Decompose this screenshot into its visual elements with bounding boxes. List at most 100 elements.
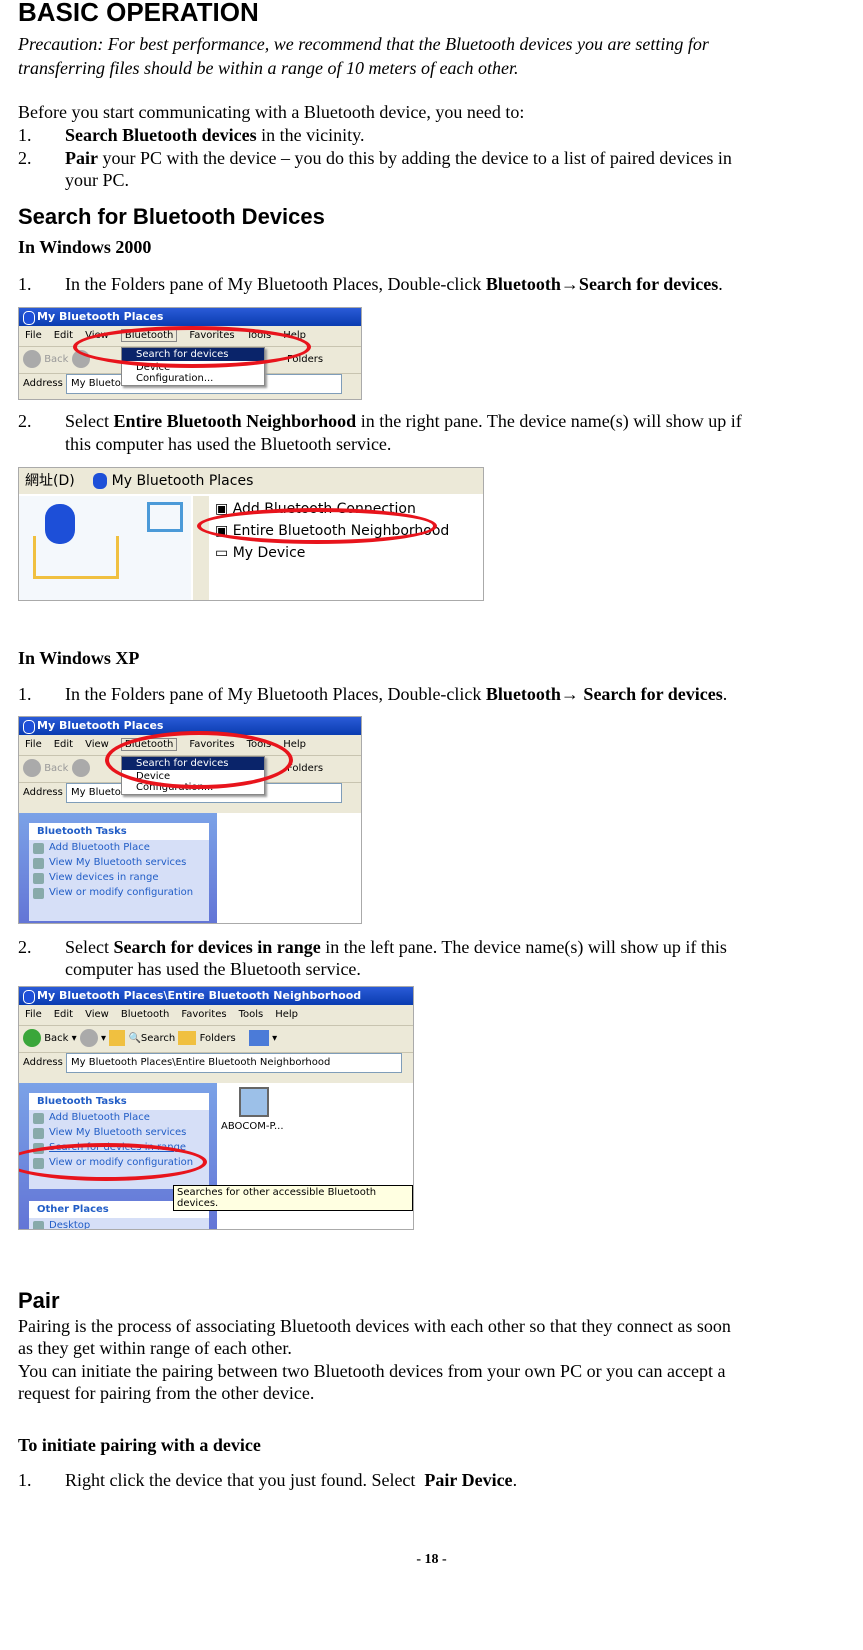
- task-view-configuration[interactable]: View or modify configuration: [29, 885, 209, 900]
- toolbar: Back ▾ ▾ 🔍Search Folders ▾: [19, 1026, 413, 1053]
- bluetooth-icon: [23, 990, 35, 1004]
- menu-edit[interactable]: Edit: [54, 1009, 73, 1020]
- back-icon[interactable]: [23, 350, 41, 368]
- step-number: 1.: [18, 684, 32, 704]
- menu-bluetooth[interactable]: Bluetooth: [121, 1009, 170, 1020]
- page-title: BASIC OPERATION: [18, 0, 259, 27]
- paragraph-line: Pairing is the process of associating Bl…: [18, 1316, 731, 1336]
- menu-bar: File Edit View Bluetooth Favorites Tools Help: [19, 1005, 413, 1026]
- bold-text: Search for devices in range: [113, 937, 321, 957]
- list-item[interactable]: ▭ My Device: [215, 542, 449, 564]
- item-number: 1.: [18, 125, 32, 145]
- highlight-ellipse: [73, 326, 311, 368]
- bluetooth-icon: [23, 311, 35, 325]
- menu-edit[interactable]: Edit: [54, 739, 73, 750]
- menu-file[interactable]: File: [25, 330, 42, 341]
- punct: .: [722, 684, 728, 704]
- forward-icon[interactable]: [79, 1029, 98, 1047]
- address-bar: Address My Bluetooth Places\Entire Bluet…: [19, 1053, 413, 1073]
- task-view-services[interactable]: View My Bluetooth services: [29, 855, 209, 870]
- section-heading: Search for Bluetooth Devices: [18, 204, 325, 229]
- tasks-title[interactable]: Bluetooth Tasks: [29, 823, 209, 840]
- window-title: My Bluetooth Places\Entire Bluetooth Nei…: [37, 989, 362, 1002]
- menu-help[interactable]: Help: [283, 739, 306, 750]
- step-text: Select: [65, 411, 114, 431]
- section-heading: Pair: [18, 1288, 60, 1313]
- views-icon[interactable]: [248, 1030, 269, 1046]
- back-button[interactable]: Back: [44, 763, 68, 774]
- step-text: Right click the device that you just fou…: [65, 1470, 425, 1490]
- step-number: 1.: [18, 1470, 32, 1490]
- step-number: 2.: [18, 937, 32, 957]
- device-label[interactable]: ABOCOM-P...: [221, 1121, 284, 1132]
- menu-favorites[interactable]: Favorites: [181, 1009, 226, 1020]
- item-number: 2.: [18, 148, 32, 168]
- bold-text: Bluetooth→ Search for devices: [485, 684, 723, 704]
- menu-file[interactable]: File: [25, 1009, 42, 1020]
- menu-tools[interactable]: Tools: [239, 1009, 264, 1020]
- menu-view[interactable]: View: [85, 739, 109, 750]
- document-page: BASIC OPERATION Precaution: For best per…: [0, 0, 863, 1650]
- step-text-continued: this computer has used the Bluetooth ser…: [65, 434, 392, 454]
- menu-file[interactable]: File: [25, 739, 42, 750]
- bold-text: Pair: [65, 148, 98, 168]
- subheading: To initiate pairing with a device: [18, 1435, 261, 1455]
- menu-view[interactable]: View: [85, 1009, 109, 1020]
- menu-help[interactable]: Help: [275, 1009, 298, 1020]
- content-pane: [217, 813, 361, 923]
- menu-edit[interactable]: Edit: [54, 330, 73, 341]
- computer-icon[interactable]: [239, 1087, 269, 1117]
- step-text: in the right pane. The device name(s) wi…: [356, 411, 742, 431]
- task-view-services[interactable]: View My Bluetooth services: [29, 1125, 209, 1140]
- bold-text: Entire Bluetooth Neighborhood: [113, 411, 357, 431]
- address-label: Address: [23, 1057, 63, 1068]
- punct: .: [718, 274, 723, 294]
- folders-button[interactable]: Folders: [200, 1033, 236, 1044]
- folder-pane-graphic: [19, 496, 191, 600]
- window-titlebar: My Bluetooth Places: [19, 308, 361, 326]
- address-bar: 網址(D) My Bluetooth Places: [19, 468, 483, 494]
- item-text: your PC with the device – you do this by…: [98, 148, 732, 168]
- forward-icon[interactable]: [71, 759, 90, 777]
- scrollbar[interactable]: [193, 496, 209, 600]
- back-icon[interactable]: [23, 1029, 41, 1047]
- back-button[interactable]: Back: [44, 1033, 68, 1044]
- task-add-bluetooth-place[interactable]: Add Bluetooth Place: [29, 840, 209, 855]
- folders-icon: [178, 1031, 197, 1045]
- paragraph-line: You can initiate the pairing between two…: [18, 1361, 726, 1381]
- bold-text: Bluetooth→Search for devices: [485, 274, 719, 294]
- step-number: 2.: [18, 411, 32, 431]
- step-text-continued: computer has used the Bluetooth service.: [65, 959, 361, 979]
- address-label: 網址(D): [25, 473, 75, 489]
- screenshot-xp-menu: My Bluetooth Places File Edit View Bluetoot…: [18, 716, 362, 924]
- screenshot-win2000-menu: My Bluetooth Places File Edit View Bluetoot…: [18, 307, 362, 400]
- address-label: Address: [23, 378, 63, 389]
- highlight-ellipse: [197, 508, 437, 544]
- window-title: My Bluetooth Places: [37, 310, 164, 323]
- precaution-line: transferring files should be within a ra…: [18, 58, 519, 78]
- back-button[interactable]: Back: [44, 354, 68, 365]
- decorative-shape: [147, 502, 183, 532]
- paragraph-line: request for pairing from the other devic…: [18, 1383, 315, 1403]
- precaution-line: Precaution: For best performance, we rec…: [18, 34, 709, 54]
- screenshot-xp-neighborhood: My Bluetooth Places\Entire Bluetooth Nei…: [18, 986, 414, 1230]
- item-text: in the vicinity.: [256, 125, 365, 145]
- address-input[interactable]: My Bluetooth Places\Entire Bluetooth Nei…: [66, 1053, 403, 1073]
- bluetooth-icon: [23, 720, 35, 734]
- step-text: In the Folders pane of My Bluetooth Plac…: [65, 684, 486, 704]
- back-icon[interactable]: [23, 759, 41, 777]
- address-label: Address: [23, 787, 63, 798]
- tooltip: Searches for other accessible Bluetooth …: [173, 1185, 413, 1211]
- item-label: My Device: [232, 545, 306, 561]
- up-folder-icon[interactable]: [109, 1030, 126, 1046]
- paragraph-line: as they get within range of each other.: [18, 1338, 292, 1358]
- intro-text: Before you start communicating with a Bl…: [18, 102, 525, 122]
- step-text: In the Folders pane of My Bluetooth Plac…: [65, 274, 486, 294]
- tasks-title[interactable]: Bluetooth Tasks: [29, 1093, 209, 1110]
- place-desktop[interactable]: Desktop: [29, 1218, 209, 1229]
- task-view-devices[interactable]: View devices in range: [29, 870, 209, 885]
- page-number: - 18 -: [416, 1552, 447, 1567]
- search-button[interactable]: Search: [141, 1033, 175, 1044]
- task-pane: Bluetooth Tasks Add Bluetooth Place View…: [19, 813, 217, 923]
- task-add-bluetooth-place[interactable]: Add Bluetooth Place: [29, 1110, 209, 1125]
